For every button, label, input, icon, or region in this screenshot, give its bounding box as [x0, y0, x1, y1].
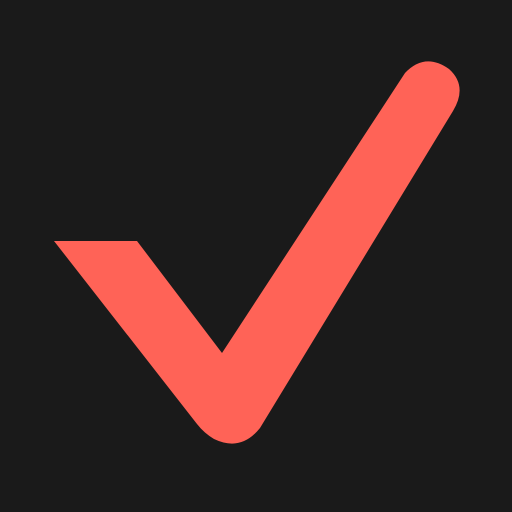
app-icon — [0, 0, 512, 512]
checkmark-icon — [54, 61, 460, 444]
checkmark-shape — [54, 61, 460, 444]
